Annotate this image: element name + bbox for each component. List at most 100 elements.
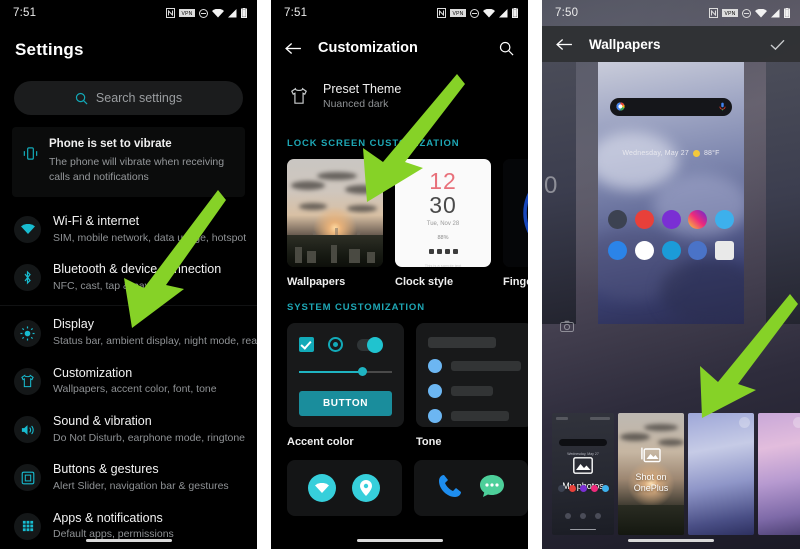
vibrate-subtitle: The phone will vibrate when receiving ca… — [49, 155, 225, 183]
phone-icon — [437, 473, 463, 504]
tshirt-icon — [291, 87, 307, 104]
battery-icon — [512, 8, 518, 18]
screenshot-stage: 7:51 VPN Settings Search settings Phone … — [0, 0, 800, 549]
back-arrow-icon[interactable] — [556, 38, 573, 51]
location-pin-icon — [352, 474, 381, 502]
card-wallpapers[interactable]: Wallpapers — [287, 159, 383, 288]
opera-icon[interactable] — [661, 210, 681, 229]
back-arrow-icon[interactable] — [285, 42, 302, 55]
svg-text:VPN: VPN — [453, 11, 464, 17]
clock-minute: 30 — [429, 191, 457, 218]
home-screen-preview[interactable]: Wednesday, May 27 88°F — [598, 62, 744, 324]
card-label: Clock style — [395, 276, 454, 288]
sidebar-item-display[interactable]: Display Status bar, ambient display, nig… — [0, 309, 257, 357]
instagram-icon[interactable] — [688, 210, 708, 229]
date-weather-widget[interactable]: Wednesday, May 27 88°F — [598, 150, 744, 157]
nav-pill[interactable] — [356, 539, 443, 542]
toggle-demo[interactable] — [357, 336, 383, 353]
checkbox-demo[interactable] — [299, 337, 314, 352]
status-bar: 7:51 VPN — [271, 0, 528, 26]
wifi-icon — [14, 216, 41, 244]
camera-icon[interactable] — [715, 241, 734, 260]
dnd-icon — [470, 8, 479, 18]
nav-pill[interactable] — [628, 539, 714, 542]
lock-card-row: Wallpapers 12 30 Tue, Nov 28 88% This is… — [271, 159, 528, 288]
sidebar-item-label: Buttons & gestures — [53, 462, 159, 477]
nfc-icon — [166, 8, 175, 18]
checkmark-icon[interactable] — [769, 38, 786, 51]
wallpaper-preview-prev[interactable]: 0 — [542, 62, 576, 324]
sidebar-item-buttons[interactable]: Buttons & gestures Alert Slider, navigat… — [0, 454, 257, 502]
sun-icon — [692, 150, 700, 157]
battery-icon — [784, 8, 790, 18]
vibrate-notice-card[interactable]: Phone is set to vibrate The phone will v… — [12, 127, 245, 197]
search-input[interactable]: Search settings — [14, 81, 243, 115]
card-tone[interactable]: Tone — [416, 323, 528, 448]
page-title: Customization — [318, 40, 418, 56]
signal-icon — [228, 8, 237, 17]
panel-customization: 7:51 VPN Customization Preset Theme Nuan… — [271, 0, 528, 549]
vpn-icon: VPN — [179, 9, 195, 17]
status-clock: 7:50 — [555, 7, 579, 19]
side-number: 0 — [544, 172, 558, 199]
app-bar: Wallpapers — [542, 26, 800, 62]
gmail-icon[interactable] — [634, 241, 654, 260]
status-icons: VPN — [166, 8, 247, 18]
wallpaper-tile-my-photos[interactable]: Wednesday, May 27 My photos — [552, 413, 614, 535]
card-icon-pack-1[interactable] — [287, 460, 402, 516]
slider-demo[interactable] — [299, 366, 392, 377]
browser-icon[interactable] — [634, 210, 654, 229]
settings-icon[interactable] — [608, 210, 627, 229]
app-icon-row-1 — [608, 210, 734, 229]
card-icon-pack-2[interactable] — [413, 460, 528, 516]
page-title: Wallpapers — [589, 36, 661, 52]
google-search-widget[interactable] — [610, 98, 732, 116]
demo-button[interactable]: BUTTON — [299, 391, 392, 416]
sidebar-item-wifi[interactable]: Wi-Fi & internet SIM, mobile network, da… — [0, 206, 257, 254]
camera-icon[interactable] — [560, 319, 574, 337]
fingerprint-animation-thumb — [503, 159, 528, 267]
clock-date: Tue, Nov 28 — [426, 220, 460, 227]
card-fingerprint[interactable]: Fingerprint — [503, 159, 528, 288]
microphone-icon[interactable] — [719, 98, 726, 116]
google-apps-icon[interactable] — [688, 241, 708, 260]
app-bar: Customization — [271, 26, 528, 70]
card-clock-style[interactable]: 12 30 Tue, Nov 28 88% This is a sample t… — [395, 159, 491, 288]
app-icon-grid — [608, 210, 734, 260]
preset-theme-row[interactable]: Preset Theme Nuanced dark — [271, 70, 528, 124]
sidebar-item-sub: Wallpapers, accent color, font, tone — [53, 383, 217, 396]
sidebar-item-bluetooth[interactable]: Bluetooth & device connection NFC, cast,… — [0, 254, 257, 302]
tone-header-bar — [428, 337, 496, 348]
page-title: Settings — [15, 40, 84, 59]
wallpaper-tile-shot-on-oneplus[interactable]: Shot on OnePlus — [618, 413, 684, 535]
sidebar-item-customization[interactable]: Customization Wallpapers, accent color, … — [0, 358, 257, 406]
wallpaper-picker-row: Wednesday, May 27 My photos — [542, 403, 800, 535]
sidebar-item-sound[interactable]: Sound & vibration Do Not Disturb, earpho… — [0, 406, 257, 454]
preset-theme-title: Preset Theme — [323, 82, 402, 96]
brightness-icon — [14, 319, 41, 347]
wallpaper-tile-label: Shot on OnePlus — [633, 471, 669, 493]
system-card-row: BUTTON Accent color Tone — [271, 323, 528, 448]
phone-icon[interactable] — [608, 241, 627, 260]
twitter-icon[interactable] — [715, 210, 734, 229]
search-icon[interactable] — [499, 41, 514, 56]
search-icon — [75, 92, 88, 104]
lock-section-header: LOCK SCREEN CUSTOMIZATION — [287, 138, 460, 149]
clock-shortcut-icons — [428, 248, 458, 254]
wallpaper-tile-purple[interactable] — [758, 413, 800, 535]
nav-pill[interactable] — [85, 539, 172, 542]
bluetooth-icon — [14, 264, 41, 292]
system-section-header: SYSTEM CUSTOMIZATION — [287, 302, 425, 313]
cortana-icon[interactable] — [661, 241, 681, 260]
radio-demo[interactable] — [328, 337, 343, 352]
wallpaper-tile-blue[interactable] — [688, 413, 754, 535]
signal-icon — [771, 8, 780, 17]
vpn-icon: VPN — [450, 9, 466, 17]
sidebar-item-apps[interactable]: Apps & notifications Default apps, permi… — [0, 503, 257, 549]
card-label: Tone — [416, 436, 442, 448]
sidebar-item-label: Bluetooth & device connection — [53, 262, 222, 277]
card-label: Accent color — [287, 436, 354, 448]
card-accent-color[interactable]: BUTTON Accent color — [287, 323, 404, 448]
tshirt-icon — [14, 367, 41, 395]
wallpaper-preview-next[interactable] — [766, 62, 800, 324]
